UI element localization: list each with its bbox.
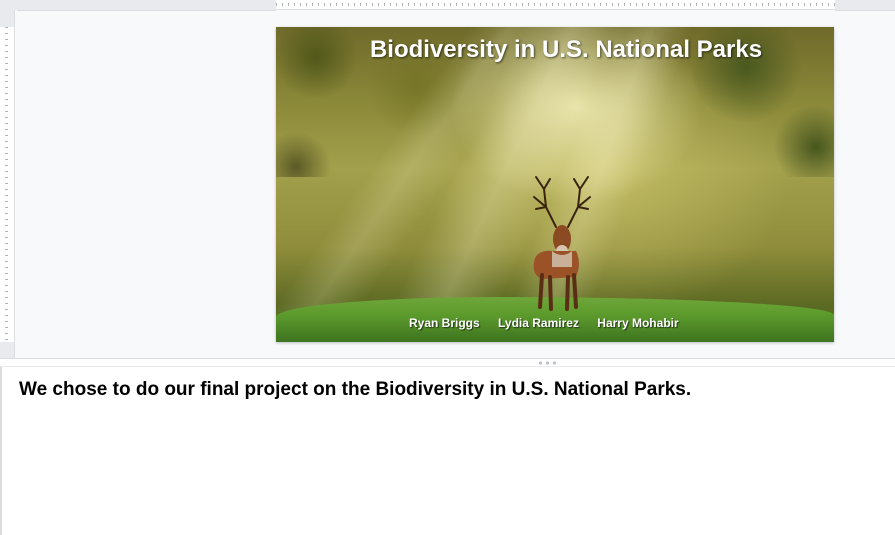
- speaker-notes-panel[interactable]: We chose to do our final project on the …: [0, 367, 895, 535]
- author-name: Harry Mohabir: [597, 316, 679, 330]
- horizontal-ruler-margin-left: [17, 0, 276, 11]
- vertical-ruler-margin-top: [0, 10, 15, 27]
- vertical-ruler[interactable]: [0, 27, 15, 342]
- stag-image: [533, 176, 591, 311]
- slide-title[interactable]: Biodiversity in U.S. National Parks: [276, 36, 834, 64]
- horizontal-ruler-margin-right: [835, 0, 895, 11]
- slide-editor-canvas[interactable]: Biodiversity in U.S. National Parks Ryan…: [0, 0, 895, 358]
- vertical-ruler-margin-bottom: [0, 342, 15, 358]
- notes-resize-divider[interactable]: [0, 358, 895, 367]
- slide-authors[interactable]: Ryan Briggs Lydia Ramirez Harry Mohabir: [409, 316, 694, 330]
- ruler-corner: [0, 0, 17, 10]
- horizontal-ruler[interactable]: [276, 0, 835, 10]
- slide-canvas[interactable]: Biodiversity in U.S. National Parks Ryan…: [276, 27, 834, 342]
- author-name: Ryan Briggs: [409, 316, 480, 330]
- speaker-notes-text[interactable]: We chose to do our final project on the …: [19, 379, 691, 401]
- drag-handle-icon[interactable]: [537, 361, 557, 365]
- author-name: Lydia Ramirez: [498, 316, 579, 330]
